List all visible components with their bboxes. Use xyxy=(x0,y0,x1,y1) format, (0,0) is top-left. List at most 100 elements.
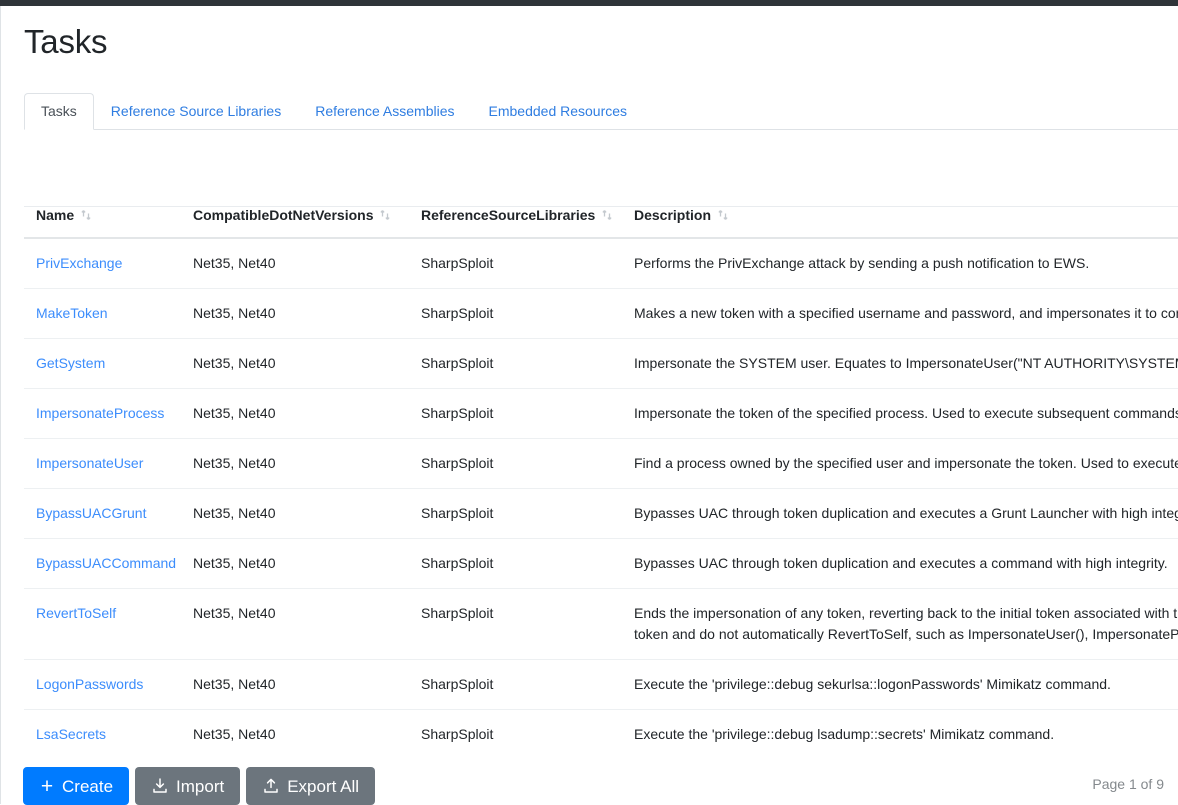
cell-name: ImpersonateProcess xyxy=(24,388,181,439)
pagination-status: Page 1 of 9 xyxy=(1092,776,1164,792)
column-header-reference-source-libraries-label: ReferenceSourceLibraries xyxy=(421,207,596,223)
column-header-name[interactable]: Name xyxy=(24,206,181,239)
tab-embedded-resources-label: Embedded Resources xyxy=(488,103,628,119)
table-body: PrivExchange Net35, Net40 SharpSploit Perfo… xyxy=(24,238,1178,752)
create-button-label: Create xyxy=(62,776,114,796)
cell-description: Find a process owned by the specified us… xyxy=(622,438,1178,489)
cell-description: Ends the impersonation of any token, rev… xyxy=(622,588,1178,660)
export-all-button[interactable]: Export All xyxy=(246,767,376,805)
sort-updown-icon[interactable] xyxy=(80,209,92,221)
cell-description: Bypasses UAC through token duplication a… xyxy=(622,488,1178,539)
column-header-compatible-dotnet-versions-label: CompatibleDotNetVersions xyxy=(193,207,374,223)
cell-reference-source-libraries: SharpSploit xyxy=(409,288,622,339)
tab-reference-assemblies[interactable]: Reference Assemblies xyxy=(298,93,471,130)
column-header-description-label: Description xyxy=(634,207,712,223)
tab-bar: Tasks Reference Source Libraries Referen… xyxy=(24,93,1178,130)
cell-reference-source-libraries: SharpSploit xyxy=(409,588,622,660)
cell-description: Impersonate the SYSTEM user. Equates to … xyxy=(622,338,1178,389)
table-row: BypassUACCommand Net35, Net40 SharpSploit B… xyxy=(24,538,1178,589)
cell-name: RevertToSelf xyxy=(24,588,181,660)
export-all-button-label: Export All xyxy=(287,776,360,796)
column-header-reference-source-libraries[interactable]: ReferenceSourceLibraries xyxy=(409,206,622,239)
cell-compatible-dotnet-versions: Net35, Net40 xyxy=(181,438,409,489)
column-header-description[interactable]: Description xyxy=(622,206,1178,239)
column-header-compatible-dotnet-versions[interactable]: CompatibleDotNetVersions xyxy=(181,206,409,239)
cell-compatible-dotnet-versions: Net35, Net40 xyxy=(181,488,409,539)
table-row: MakeToken Net35, Net40 SharpSploit Makes a … xyxy=(24,288,1178,339)
cell-compatible-dotnet-versions: Net35, Net40 xyxy=(181,538,409,589)
task-link[interactable]: LsaSecrets xyxy=(36,726,106,742)
task-link[interactable]: BypassUACGrunt xyxy=(36,505,146,521)
tab-reference-source-libraries[interactable]: Reference Source Libraries xyxy=(94,93,298,130)
cell-compatible-dotnet-versions: Net35, Net40 xyxy=(181,338,409,389)
cell-compatible-dotnet-versions: Net35, Net40 xyxy=(181,288,409,339)
sort-updown-icon[interactable] xyxy=(717,209,729,221)
task-link[interactable]: BypassUACCommand xyxy=(36,555,176,571)
cell-name: PrivExchange xyxy=(24,238,181,289)
task-link[interactable]: ImpersonateProcess xyxy=(36,405,164,421)
table-row: RevertToSelf Net35, Net40 SharpSploit Ends … xyxy=(24,588,1178,660)
page-content: Tasks Tasks Reference Source Libraries R… xyxy=(1,6,1178,804)
table-header-row: Name CompatibleDotNetVersions ReferenceS… xyxy=(24,206,1178,239)
cell-compatible-dotnet-versions: Net35, Net40 xyxy=(181,709,409,752)
cell-description: Execute the 'privilege::debug sekurlsa::… xyxy=(622,659,1178,710)
bottom-toolbar: + Create Import Export All Page 1 of 9 xyxy=(1,758,1178,805)
cell-compatible-dotnet-versions: Net35, Net40 xyxy=(181,388,409,439)
cell-reference-source-libraries: SharpSploit xyxy=(409,238,622,289)
cell-compatible-dotnet-versions: Net35, Net40 xyxy=(181,238,409,289)
tasks-table: Name CompatibleDotNetVersions ReferenceS… xyxy=(24,206,1178,752)
cell-name: ImpersonateUser xyxy=(24,438,181,489)
import-button[interactable]: Import xyxy=(135,767,241,805)
create-button[interactable]: + Create xyxy=(23,767,130,805)
cell-name: LogonPasswords xyxy=(24,659,181,710)
cell-reference-source-libraries: SharpSploit xyxy=(409,488,622,539)
task-link[interactable]: ImpersonateUser xyxy=(36,455,143,471)
toolbar-button-group: + Create Import Export All xyxy=(23,767,376,805)
download-icon xyxy=(151,777,169,795)
tab-tasks-label: Tasks xyxy=(41,103,77,119)
cell-reference-source-libraries: SharpSploit xyxy=(409,659,622,710)
tab-embedded-resources[interactable]: Embedded Resources xyxy=(472,93,645,130)
task-link[interactable]: LogonPasswords xyxy=(36,676,143,692)
cell-description: Performs the PrivExchange attack by send… xyxy=(622,238,1178,289)
cell-description: Impersonate the token of the specified p… xyxy=(622,388,1178,439)
table-row: BypassUACGrunt Net35, Net40 SharpSploit Byp… xyxy=(24,488,1178,539)
cell-compatible-dotnet-versions: Net35, Net40 xyxy=(181,588,409,660)
table-row: LogonPasswords Net35, Net40 SharpSploit Exe… xyxy=(24,659,1178,710)
cell-name: BypassUACCommand xyxy=(24,538,181,589)
table-row: ImpersonateProcess Net35, Net40 SharpSploi… xyxy=(24,388,1178,439)
tab-tasks[interactable]: Tasks xyxy=(24,93,94,130)
cell-name: LsaSecrets xyxy=(24,709,181,752)
task-link[interactable]: PrivExchange xyxy=(36,255,122,271)
sort-updown-icon[interactable] xyxy=(601,209,613,221)
cell-reference-source-libraries: SharpSploit xyxy=(409,438,622,489)
tab-reference-assemblies-label: Reference Assemblies xyxy=(315,103,455,119)
column-header-name-label: Name xyxy=(36,207,75,223)
page-title: Tasks xyxy=(24,23,108,60)
upload-icon xyxy=(262,777,280,795)
tab-reference-source-libraries-label: Reference Source Libraries xyxy=(110,103,282,119)
cell-reference-source-libraries: SharpSploit xyxy=(409,388,622,439)
plus-icon: + xyxy=(40,774,54,798)
import-button-label: Import xyxy=(176,776,225,796)
task-link[interactable]: RevertToSelf xyxy=(36,605,116,621)
table-row: ImpersonateUser Net35, Net40 SharpSploit Fi… xyxy=(24,438,1178,489)
cell-reference-source-libraries: SharpSploit xyxy=(409,338,622,389)
cell-name: BypassUACGrunt xyxy=(24,488,181,539)
cell-reference-source-libraries: SharpSploit xyxy=(409,538,622,589)
cell-name: GetSystem xyxy=(24,338,181,389)
cell-compatible-dotnet-versions: Net35, Net40 xyxy=(181,659,409,710)
cell-description: Bypasses UAC through token duplication a… xyxy=(622,538,1178,589)
task-link[interactable]: MakeToken xyxy=(36,305,108,321)
table-header: Name CompatibleDotNetVersions ReferenceS… xyxy=(24,206,1178,239)
sort-updown-icon[interactable] xyxy=(379,209,391,221)
table-row: LsaSecrets Net35, Net40 SharpSploit Execute… xyxy=(24,709,1178,752)
cell-description: Makes a new token with a specified usern… xyxy=(622,288,1178,339)
task-link[interactable]: GetSystem xyxy=(36,355,105,371)
cell-description: Execute the 'privilege::debug lsadump::s… xyxy=(622,709,1178,752)
table-row: GetSystem Net35, Net40 SharpSploit Imperson… xyxy=(24,338,1178,389)
cell-name: MakeToken xyxy=(24,288,181,339)
cell-reference-source-libraries: SharpSploit xyxy=(409,709,622,752)
table-row: PrivExchange Net35, Net40 SharpSploit Perfo… xyxy=(24,238,1178,289)
tasks-table-container: Name CompatibleDotNetVersions ReferenceS… xyxy=(24,206,1178,752)
